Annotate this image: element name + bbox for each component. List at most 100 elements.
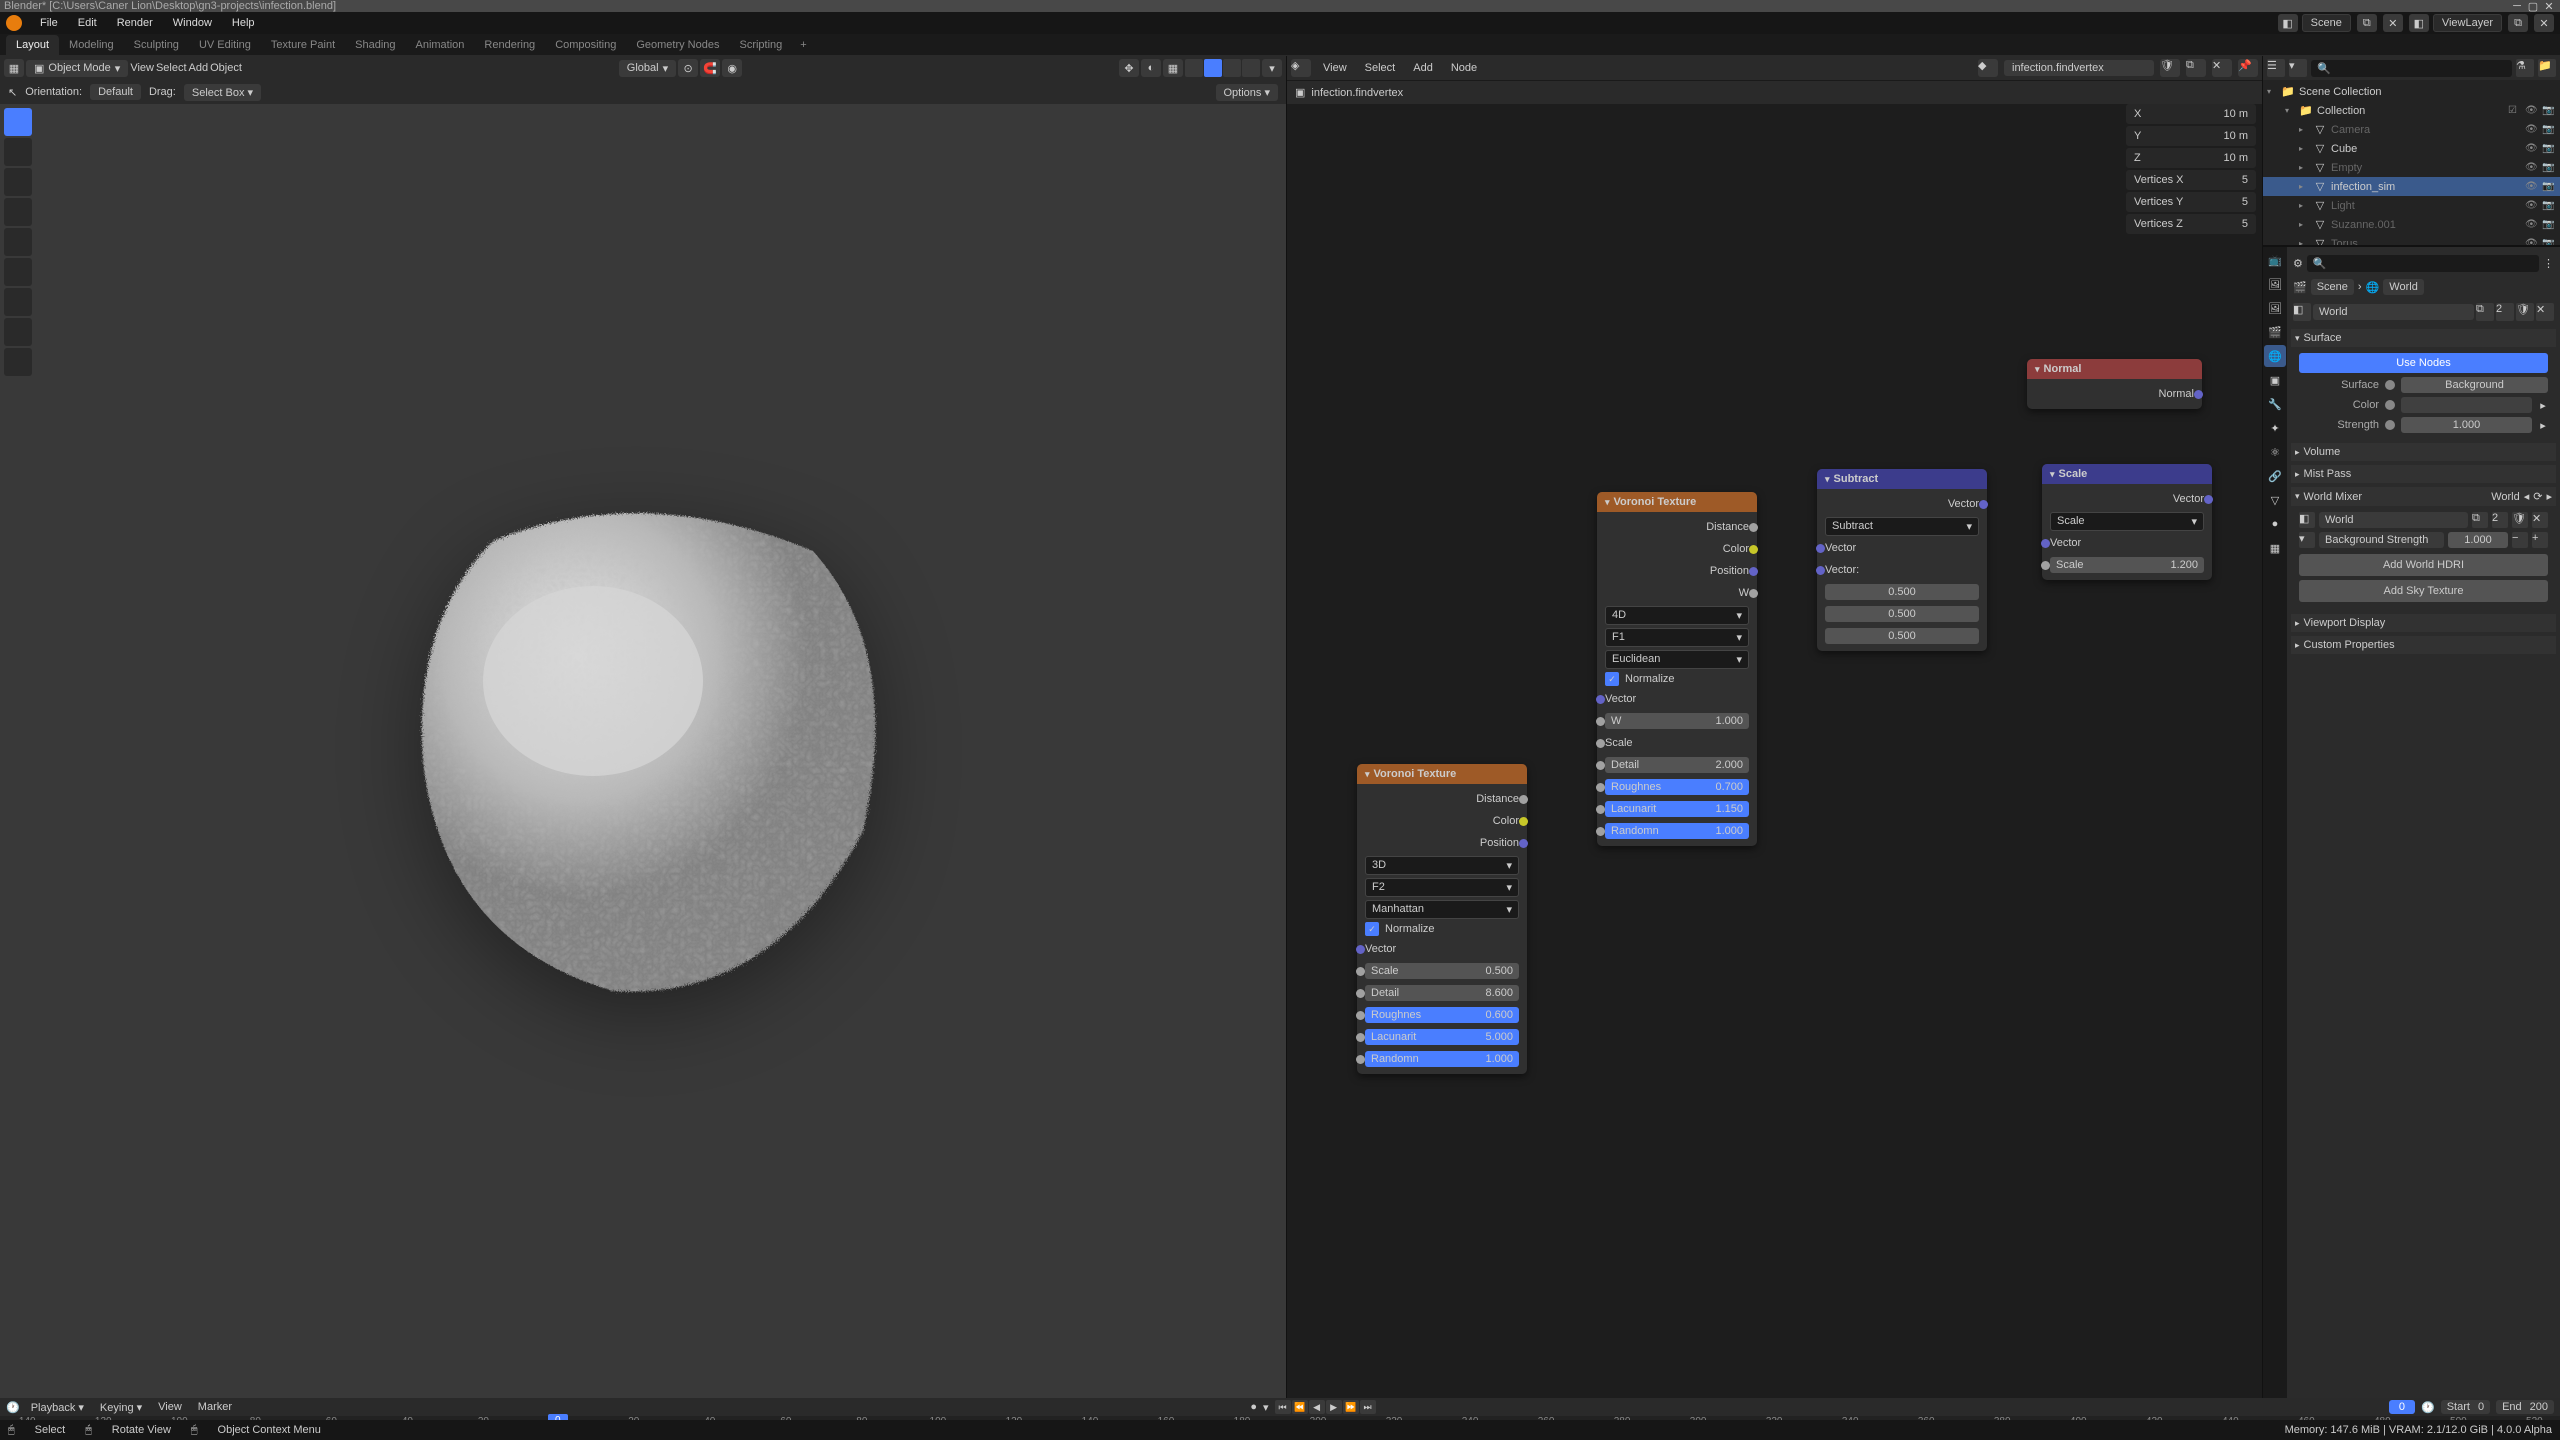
socket-position[interactable] <box>1749 567 1758 576</box>
socket-rough-in[interactable] <box>1356 1011 1365 1020</box>
tl-marker[interactable]: Marker <box>193 1400 237 1414</box>
editor-type-icon[interactable]: 🕐 <box>6 1401 20 1414</box>
mixer-world-field[interactable]: World <box>2319 512 2468 528</box>
outliner-item-empty[interactable]: ▸▽Empty👁📷 <box>2263 158 2560 177</box>
ne-menu-node[interactable]: Node <box>1445 60 1483 76</box>
tool-addcube-icon[interactable] <box>4 348 32 376</box>
socket-color[interactable] <box>1749 545 1758 554</box>
tab-texpaint[interactable]: Texture Paint <box>261 35 345 55</box>
socket-rough-in[interactable] <box>1596 783 1605 792</box>
verts-y[interactable]: Vertices Y5 <box>2128 194 2254 210</box>
tool-select-icon[interactable] <box>4 108 32 136</box>
shading-matprev-icon[interactable] <box>1223 59 1241 77</box>
bc-world[interactable]: World <box>2383 279 2424 295</box>
world-mixer-header[interactable]: ▾World MixerWorld◂⟳▸ <box>2291 487 2556 506</box>
tab-texture-icon[interactable]: ▦ <box>2264 537 2286 559</box>
w-value[interactable]: W1.000 <box>1605 713 1749 729</box>
close-icon[interactable]: ✕ <box>2542 1 2556 11</box>
link-dot-icon[interactable] <box>2385 420 2395 430</box>
lacunarity-value[interactable]: Lacunarit5.000 <box>1365 1029 1519 1045</box>
tl-keying[interactable]: Keying ▾ <box>95 1400 147 1415</box>
tab-layout[interactable]: Layout <box>6 35 59 55</box>
tool-measure-icon[interactable] <box>4 318 32 346</box>
volume-header[interactable]: ▸Volume <box>2291 443 2556 461</box>
socket-distance[interactable] <box>1519 795 1528 804</box>
socket-w[interactable] <box>1749 589 1758 598</box>
render-icon[interactable]: 📷 <box>2542 200 2556 211</box>
op-dropdown[interactable]: Scale▾ <box>2050 512 2204 531</box>
socket-vector-out[interactable] <box>2204 495 2213 504</box>
socket-lac-in[interactable] <box>1356 1033 1365 1042</box>
display-mode-icon[interactable]: ▾ <box>2289 59 2307 77</box>
tab-anim[interactable]: Animation <box>406 35 475 55</box>
viewlayer-new-icon[interactable]: ⧉ <box>2508 14 2528 32</box>
snap-icon[interactable]: 🧲 <box>700 59 720 77</box>
node-subtract[interactable]: ▾Subtract Vector Subtract▾ Vector Vector… <box>1817 469 1987 651</box>
new-icon[interactable]: ⧉ <box>2472 512 2488 528</box>
socket-vector-out[interactable] <box>1979 500 1988 509</box>
vp-menu-add[interactable]: Add <box>189 62 209 74</box>
overlays-icon[interactable]: ◐ <box>1141 59 1161 77</box>
unlink-icon[interactable]: ✕ <box>2536 303 2554 321</box>
render-icon[interactable]: 📷 <box>2542 105 2556 116</box>
autokey-icon[interactable]: ● <box>1250 1401 1257 1413</box>
plus-icon[interactable]: + <box>2532 532 2548 548</box>
tab-output-icon[interactable]: 🖼 <box>2264 273 2286 295</box>
viewport-display-header[interactable]: ▸Viewport Display <box>2291 614 2556 632</box>
surface-shader[interactable]: Background <box>2401 377 2548 393</box>
expand-icon[interactable]: ▸ <box>2538 419 2548 432</box>
maximize-icon[interactable]: ▢ <box>2526 1 2540 11</box>
minimize-icon[interactable]: ─ <box>2510 1 2524 11</box>
vec-x[interactable]: 0.500 <box>1825 584 1979 600</box>
socket-color[interactable] <box>1519 817 1528 826</box>
tab-add-icon[interactable]: + <box>792 35 814 55</box>
tab-render[interactable]: Rendering <box>474 35 545 55</box>
editor-type-icon[interactable]: ☰ <box>2267 59 2285 77</box>
dim-z[interactable]: Z10 m <box>2128 150 2254 166</box>
detail-value[interactable]: Detail8.600 <box>1365 985 1519 1001</box>
render-icon[interactable]: 📷 <box>2542 162 2556 173</box>
socket-rand-in[interactable] <box>1356 1055 1365 1064</box>
tool-cursor-icon[interactable] <box>4 138 32 166</box>
tl-view[interactable]: View <box>153 1400 187 1414</box>
color-swatch[interactable] <box>2401 397 2532 413</box>
node-scale[interactable]: ▾Scale Vector Scale▾ Vector Scale1.200 <box>2042 464 2212 580</box>
tab-data-icon[interactable]: ▽ <box>2264 489 2286 511</box>
scene-browse-icon[interactable]: ◧ <box>2278 14 2298 32</box>
unlink-icon[interactable]: ✕ <box>2532 512 2548 528</box>
frame-start[interactable]: Start0 <box>2441 1400 2490 1414</box>
nodegroup-field[interactable]: infection.findvertex <box>2004 60 2154 76</box>
outliner-scene-collection[interactable]: ▾📁Scene Collection <box>2263 82 2560 101</box>
feature-dropdown[interactable]: F2▾ <box>1365 878 1519 897</box>
feature-dropdown[interactable]: F1▾ <box>1605 628 1749 647</box>
browse-icon[interactable]: ◧ <box>2299 512 2315 528</box>
select-box-dropdown[interactable]: Select Box ▾ <box>184 84 261 101</box>
roughness-value[interactable]: Roughnes0.600 <box>1365 1007 1519 1023</box>
normalize-checkbox[interactable]: ✓Normalize <box>1361 920 1523 938</box>
render-icon[interactable]: 📷 <box>2542 143 2556 154</box>
scene-delete-icon[interactable]: ✕ <box>2383 14 2403 32</box>
scene-new-icon[interactable]: ⧉ <box>2357 14 2377 32</box>
tool-annotate-icon[interactable] <box>4 288 32 316</box>
eye-icon[interactable]: 👁 <box>2525 105 2539 116</box>
outliner-tree[interactable]: ▾📁Scene Collection ▾📁Collection☑👁📷 ▸▽Cam… <box>2263 80 2560 245</box>
tool-icon[interactable]: ↖ <box>8 86 17 99</box>
normalize-checkbox[interactable]: ✓Normalize <box>1601 670 1753 688</box>
socket-scale-in[interactable] <box>1356 967 1365 976</box>
lacunarity-value[interactable]: Lacunarit1.150 <box>1605 801 1749 817</box>
vp-menu-object[interactable]: Object <box>210 62 242 74</box>
socket-w-in[interactable] <box>1596 717 1605 726</box>
vp-menu-view[interactable]: View <box>130 62 154 74</box>
dim-dropdown[interactable]: 3D▾ <box>1365 856 1519 875</box>
new-collection-icon[interactable]: 📁 <box>2538 59 2556 77</box>
socket-scale-in[interactable] <box>2041 561 2050 570</box>
copy-icon[interactable]: 2 <box>2492 512 2508 528</box>
options-icon[interactable]: ⋮ <box>2543 257 2554 270</box>
scale-value[interactable]: Scale0.500 <box>1365 963 1519 979</box>
outliner-item-suzanne-001[interactable]: ▸▽Suzanne.001👁📷 <box>2263 215 2560 234</box>
randomness-value[interactable]: Randomn1.000 <box>1365 1051 1519 1067</box>
current-frame[interactable]: 0 <box>2389 1400 2415 1414</box>
new-nodegroup-icon[interactable]: ⧉ <box>2186 59 2206 77</box>
eye-icon[interactable]: 👁 <box>2525 162 2539 173</box>
shading-wire-icon[interactable] <box>1185 59 1203 77</box>
